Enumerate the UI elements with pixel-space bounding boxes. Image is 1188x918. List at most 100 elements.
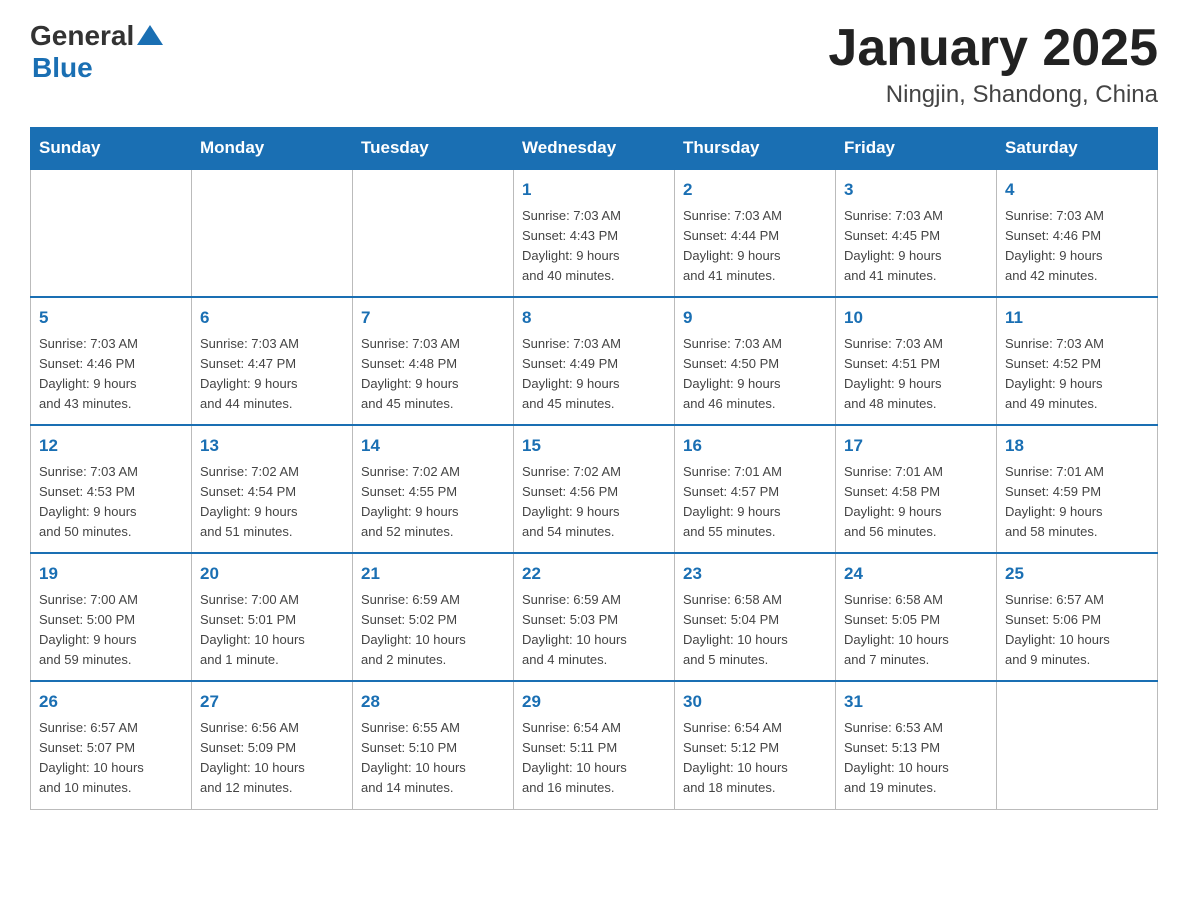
day-number: 19 bbox=[39, 561, 183, 587]
day-number: 6 bbox=[200, 305, 344, 331]
calendar-cell: 26 Sunrise: 6:57 AM Sunset: 5:07 PM Dayli… bbox=[31, 681, 192, 809]
calendar-cell: 1 Sunrise: 7:03 AM Sunset: 4:43 PM Daylig… bbox=[514, 169, 675, 297]
weekday-header-tuesday: Tuesday bbox=[353, 128, 514, 170]
calendar-cell: 22 Sunrise: 6:59 AM Sunset: 5:03 PM Dayli… bbox=[514, 553, 675, 681]
day-info: Sunrise: 7:03 AM Sunset: 4:46 PM Dayligh… bbox=[39, 334, 183, 415]
day-info: Sunrise: 7:03 AM Sunset: 4:48 PM Dayligh… bbox=[361, 334, 505, 415]
calendar-cell: 20 Sunrise: 7:00 AM Sunset: 5:01 PM Dayli… bbox=[192, 553, 353, 681]
calendar-cell: 16Sunrise: 7:01 AM Sunset: 4:57 PM Dayli… bbox=[675, 425, 836, 553]
day-info: Sunrise: 6:57 AM Sunset: 5:06 PM Dayligh… bbox=[1005, 590, 1149, 671]
calendar-cell: 31 Sunrise: 6:53 AM Sunset: 5:13 PM Dayli… bbox=[836, 681, 997, 809]
logo: General Blue bbox=[30, 20, 163, 84]
day-number: 14 bbox=[361, 433, 505, 459]
day-info: Sunrise: 6:59 AM Sunset: 5:02 PM Dayligh… bbox=[361, 590, 505, 671]
page-header: General Blue January 2025 Ningjin, Shand… bbox=[30, 20, 1158, 109]
day-info: Sunrise: 7:00 AM Sunset: 5:01 PM Dayligh… bbox=[200, 590, 344, 671]
day-info: Sunrise: 6:55 AM Sunset: 5:10 PM Dayligh… bbox=[361, 718, 505, 799]
weekday-header-thursday: Thursday bbox=[675, 128, 836, 170]
day-info: Sunrise: 6:56 AM Sunset: 5:09 PM Dayligh… bbox=[200, 718, 344, 799]
day-number: 4 bbox=[1005, 177, 1149, 203]
day-info: Sunrise: 6:57 AM Sunset: 5:07 PM Dayligh… bbox=[39, 718, 183, 799]
day-number: 10 bbox=[844, 305, 988, 331]
calendar-cell: 24 Sunrise: 6:58 AM Sunset: 5:05 PM Dayli… bbox=[836, 553, 997, 681]
logo-triangle-icon bbox=[137, 25, 163, 45]
day-number: 9 bbox=[683, 305, 827, 331]
weekday-header-monday: Monday bbox=[192, 128, 353, 170]
day-number: 29 bbox=[522, 689, 666, 715]
day-info: Sunrise: 7:03 AM Sunset: 4:46 PM Dayligh… bbox=[1005, 206, 1149, 287]
day-number: 18 bbox=[1005, 433, 1149, 459]
calendar-cell: 17Sunrise: 7:01 AM Sunset: 4:58 PM Dayli… bbox=[836, 425, 997, 553]
day-number: 2 bbox=[683, 177, 827, 203]
calendar-subtitle: Ningjin, Shandong, China bbox=[828, 81, 1158, 109]
day-info: Sunrise: 6:53 AM Sunset: 5:13 PM Dayligh… bbox=[844, 718, 988, 799]
day-info: Sunrise: 7:03 AM Sunset: 4:43 PM Dayligh… bbox=[522, 206, 666, 287]
day-number: 7 bbox=[361, 305, 505, 331]
day-info: Sunrise: 7:02 AM Sunset: 4:56 PM Dayligh… bbox=[522, 462, 666, 543]
calendar-cell: 8Sunrise: 7:03 AM Sunset: 4:49 PM Daylig… bbox=[514, 297, 675, 425]
calendar-cell: 18 Sunrise: 7:01 AM Sunset: 4:59 PM Dayli… bbox=[997, 425, 1158, 553]
day-info: Sunrise: 7:02 AM Sunset: 4:55 PM Dayligh… bbox=[361, 462, 505, 543]
day-number: 5 bbox=[39, 305, 183, 331]
calendar-cell: 19 Sunrise: 7:00 AM Sunset: 5:00 PM Dayli… bbox=[31, 553, 192, 681]
calendar-cell bbox=[353, 169, 514, 297]
calendar-header-row: SundayMondayTuesdayWednesdayThursdayFrid… bbox=[31, 128, 1158, 170]
day-number: 28 bbox=[361, 689, 505, 715]
day-number: 31 bbox=[844, 689, 988, 715]
calendar-week-row: 1 Sunrise: 7:03 AM Sunset: 4:43 PM Daylig… bbox=[31, 169, 1158, 297]
day-number: 15 bbox=[522, 433, 666, 459]
day-number: 16 bbox=[683, 433, 827, 459]
calendar-cell: 2 Sunrise: 7:03 AM Sunset: 4:44 PM Daylig… bbox=[675, 169, 836, 297]
weekday-header-sunday: Sunday bbox=[31, 128, 192, 170]
calendar-cell bbox=[31, 169, 192, 297]
calendar-cell bbox=[997, 681, 1158, 809]
day-info: Sunrise: 7:03 AM Sunset: 4:44 PM Dayligh… bbox=[683, 206, 827, 287]
calendar-cell: 11 Sunrise: 7:03 AM Sunset: 4:52 PM Dayli… bbox=[997, 297, 1158, 425]
calendar-cell: 6 Sunrise: 7:03 AM Sunset: 4:47 PM Daylig… bbox=[192, 297, 353, 425]
calendar-week-row: 26 Sunrise: 6:57 AM Sunset: 5:07 PM Dayli… bbox=[31, 681, 1158, 809]
day-info: Sunrise: 6:54 AM Sunset: 5:11 PM Dayligh… bbox=[522, 718, 666, 799]
day-number: 26 bbox=[39, 689, 183, 715]
day-info: Sunrise: 7:03 AM Sunset: 4:45 PM Dayligh… bbox=[844, 206, 988, 287]
calendar-cell: 14 Sunrise: 7:02 AM Sunset: 4:55 PM Dayli… bbox=[353, 425, 514, 553]
day-info: Sunrise: 7:03 AM Sunset: 4:52 PM Dayligh… bbox=[1005, 334, 1149, 415]
calendar-cell: 30Sunrise: 6:54 AM Sunset: 5:12 PM Dayli… bbox=[675, 681, 836, 809]
day-info: Sunrise: 7:03 AM Sunset: 4:47 PM Dayligh… bbox=[200, 334, 344, 415]
calendar-cell: 4 Sunrise: 7:03 AM Sunset: 4:46 PM Daylig… bbox=[997, 169, 1158, 297]
day-number: 20 bbox=[200, 561, 344, 587]
calendar-cell: 13Sunrise: 7:02 AM Sunset: 4:54 PM Dayli… bbox=[192, 425, 353, 553]
calendar-cell: 9Sunrise: 7:03 AM Sunset: 4:50 PM Daylig… bbox=[675, 297, 836, 425]
day-info: Sunrise: 7:01 AM Sunset: 4:59 PM Dayligh… bbox=[1005, 462, 1149, 543]
day-number: 11 bbox=[1005, 305, 1149, 331]
day-number: 21 bbox=[361, 561, 505, 587]
calendar-cell bbox=[192, 169, 353, 297]
day-info: Sunrise: 7:00 AM Sunset: 5:00 PM Dayligh… bbox=[39, 590, 183, 671]
calendar-cell: 25Sunrise: 6:57 AM Sunset: 5:06 PM Dayli… bbox=[997, 553, 1158, 681]
day-number: 24 bbox=[844, 561, 988, 587]
day-info: Sunrise: 7:01 AM Sunset: 4:58 PM Dayligh… bbox=[844, 462, 988, 543]
calendar-cell: 29 Sunrise: 6:54 AM Sunset: 5:11 PM Dayli… bbox=[514, 681, 675, 809]
day-number: 22 bbox=[522, 561, 666, 587]
calendar-table: SundayMondayTuesdayWednesdayThursdayFrid… bbox=[30, 127, 1158, 809]
weekday-header-saturday: Saturday bbox=[997, 128, 1158, 170]
title-block: January 2025 Ningjin, Shandong, China bbox=[828, 20, 1158, 109]
calendar-cell: 28 Sunrise: 6:55 AM Sunset: 5:10 PM Dayli… bbox=[353, 681, 514, 809]
day-info: Sunrise: 7:03 AM Sunset: 4:51 PM Dayligh… bbox=[844, 334, 988, 415]
calendar-cell: 12Sunrise: 7:03 AM Sunset: 4:53 PM Dayli… bbox=[31, 425, 192, 553]
calendar-cell: 23Sunrise: 6:58 AM Sunset: 5:04 PM Dayli… bbox=[675, 553, 836, 681]
weekday-header-friday: Friday bbox=[836, 128, 997, 170]
logo-general-text: General bbox=[30, 20, 134, 52]
day-number: 12 bbox=[39, 433, 183, 459]
calendar-week-row: 12Sunrise: 7:03 AM Sunset: 4:53 PM Dayli… bbox=[31, 425, 1158, 553]
day-number: 1 bbox=[522, 177, 666, 203]
calendar-cell: 5 Sunrise: 7:03 AM Sunset: 4:46 PM Daylig… bbox=[31, 297, 192, 425]
day-info: Sunrise: 6:58 AM Sunset: 5:05 PM Dayligh… bbox=[844, 590, 988, 671]
calendar-cell: 3 Sunrise: 7:03 AM Sunset: 4:45 PM Daylig… bbox=[836, 169, 997, 297]
calendar-week-row: 19 Sunrise: 7:00 AM Sunset: 5:00 PM Dayli… bbox=[31, 553, 1158, 681]
day-number: 13 bbox=[200, 433, 344, 459]
calendar-cell: 15 Sunrise: 7:02 AM Sunset: 4:56 PM Dayli… bbox=[514, 425, 675, 553]
day-number: 3 bbox=[844, 177, 988, 203]
calendar-cell: 7 Sunrise: 7:03 AM Sunset: 4:48 PM Daylig… bbox=[353, 297, 514, 425]
day-info: Sunrise: 6:59 AM Sunset: 5:03 PM Dayligh… bbox=[522, 590, 666, 671]
day-number: 8 bbox=[522, 305, 666, 331]
